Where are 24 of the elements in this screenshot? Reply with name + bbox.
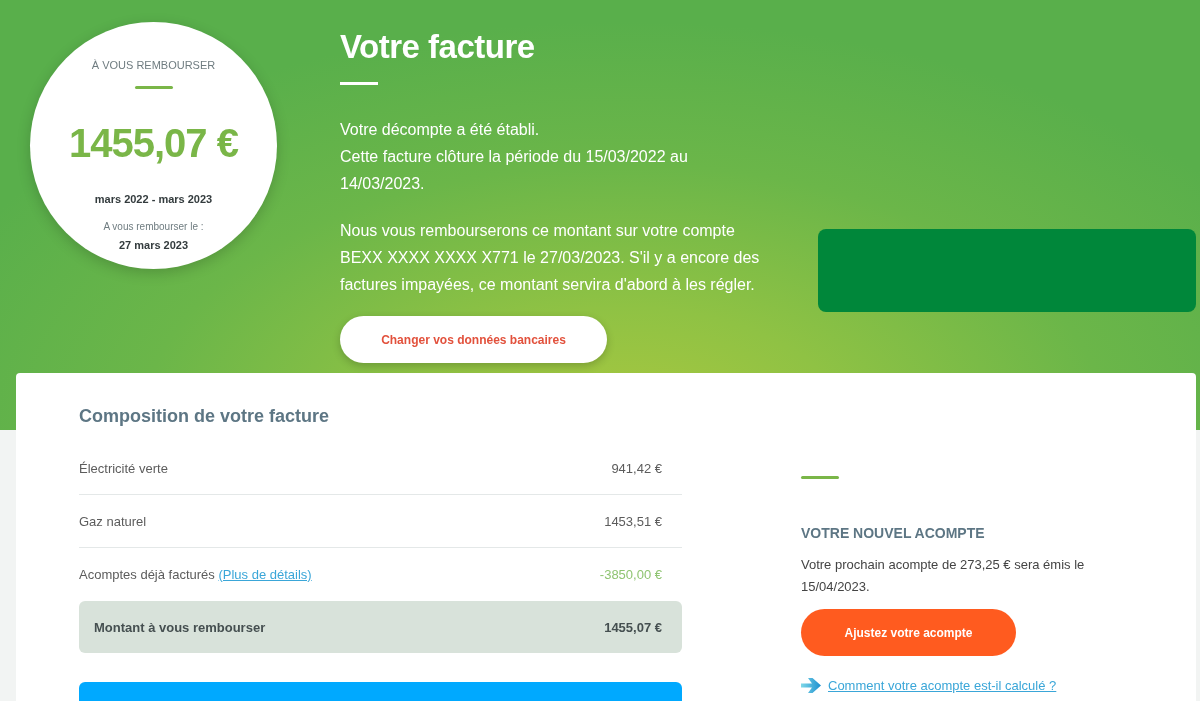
billing-period: mars 2022 - mars 2023 [94, 192, 213, 206]
row-amount: 941,42 € [611, 460, 662, 476]
total-label: Montant à vous rembourser [94, 619, 266, 635]
intro-paragraph: Nous vous rembourserons ce montant sur votre compte BEXX XXXX XXXX X771 le 27/03/2023. S'il y a encore des factures impayées, ce montant servira d'abord à les régler. [340, 221, 761, 295]
refund-date: 27 mars 2023 [118, 238, 189, 252]
details-link[interactable]: (Plus de détails) [218, 567, 312, 582]
row-label: Électricité verte [79, 460, 168, 476]
row-amount: 1453,51 € [604, 513, 662, 529]
row-label: Gaz naturel [79, 513, 147, 529]
section-title: Composition de votre facture [79, 405, 331, 428]
installment-text: Votre prochain acompte de 273,25 € sera émis le 15/04/2023. [801, 556, 1086, 596]
refund-label: À VOUS REMBOURSER [91, 58, 216, 72]
section-title: VOTRE NOUVEL ACOMPTE [801, 524, 986, 542]
adjust-installment-button[interactable]: Ajustez votre acompte [801, 609, 1016, 656]
row-label: Acomptes déjà facturés [79, 567, 215, 582]
page-title: Votre facture [340, 27, 536, 67]
refund-date-label: A vous rembourser le : [103, 220, 204, 234]
refund-amount: 1455,07 € [69, 120, 238, 166]
intro-paragraph: Votre décompte a été établi. Cette facture clôture la période du 15/03/2022 au 14/03/2023. [340, 120, 689, 194]
arrow-icon [801, 677, 821, 693]
calculation-link[interactable]: Comment votre acompte est-il calculé ? [828, 677, 1057, 693]
change-bank-details-button[interactable]: Changer vos données bancaires [340, 316, 607, 363]
total-amount: 1455,07 € [604, 619, 662, 635]
credit-amount: -3850,00 € [599, 567, 662, 582]
